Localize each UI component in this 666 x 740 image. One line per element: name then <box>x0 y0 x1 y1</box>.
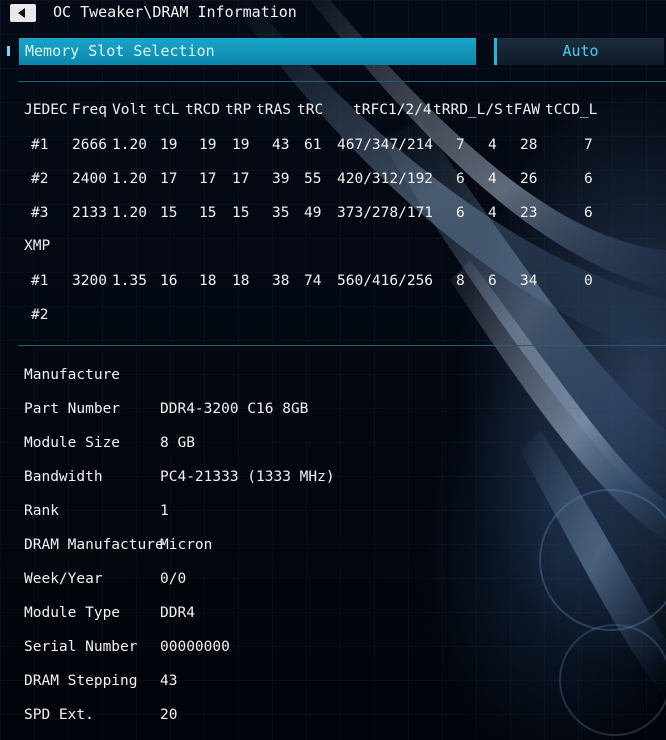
tcl-value: 19 <box>160 137 178 153</box>
info-value: 1 <box>160 503 169 519</box>
tras-value: 43 <box>272 137 290 153</box>
header-tfaw: tFAW <box>505 102 540 118</box>
header-freq: Freq <box>72 102 107 118</box>
trc-value: 49 <box>304 205 322 221</box>
header-tras: tRAS <box>256 102 291 118</box>
info-label: SPD Ext. <box>24 707 94 723</box>
divider <box>18 345 666 346</box>
freq-value: 3200 <box>72 273 107 289</box>
info-label: Serial Number <box>24 639 138 655</box>
tcl-value: 16 <box>160 273 178 289</box>
tras-value: 38 <box>272 273 290 289</box>
tfaw-value: 26 <box>520 171 538 187</box>
trfc-value: 467/347/214 <box>337 137 434 153</box>
profile-id: #2 <box>31 171 49 187</box>
freq-value: 2666 <box>72 137 107 153</box>
tras-value: 35 <box>272 205 290 221</box>
header-trrd: tRRD_L/S <box>433 102 503 118</box>
volt-value: 1.35 <box>112 273 147 289</box>
info-label: Module Type <box>24 605 121 621</box>
info-value: 0/0 <box>160 571 187 587</box>
selection-marker-icon <box>7 46 10 56</box>
trc-value: 55 <box>304 171 322 187</box>
trcd-value: 19 <box>199 137 217 153</box>
trrd-l-value: 6 <box>456 171 465 187</box>
trrd-l-value: 7 <box>456 137 465 153</box>
back-button[interactable] <box>10 4 36 22</box>
info-label: Module Size <box>24 435 121 451</box>
memory-slot-selection-label: Memory Slot Selection <box>25 42 215 60</box>
header-jedec: JEDEC <box>24 102 68 118</box>
header-trfc: tRFC1/2/4 <box>353 102 432 118</box>
info-value: Micron <box>160 537 213 553</box>
page-title: OC Tweaker\DRAM Information <box>53 3 297 21</box>
tfaw-value: 28 <box>520 137 538 153</box>
tccd-l-value: 6 <box>584 171 593 187</box>
volt-value: 1.20 <box>112 205 147 221</box>
tfaw-value: 23 <box>520 205 538 221</box>
trcd-value: 15 <box>199 205 217 221</box>
info-value: DDR4-3200 C16 8GB <box>160 401 309 417</box>
header-tccd-l: tCCD_L <box>545 102 598 118</box>
info-label: Bandwidth <box>24 469 103 485</box>
divider <box>18 81 666 82</box>
trrd-l-value: 6 <box>456 205 465 221</box>
trfc-value: 373/278/171 <box>337 205 434 221</box>
header-trc: tRC <box>297 102 324 118</box>
tcl-value: 17 <box>160 171 178 187</box>
info-value: 8 GB <box>160 435 195 451</box>
header-volt: Volt <box>112 102 147 118</box>
trfc-value: 420/312/192 <box>337 171 434 187</box>
trp-value: 19 <box>232 137 250 153</box>
xmp-section-label: XMP <box>24 238 51 254</box>
memory-slot-selection-dropdown[interactable]: Auto <box>494 38 664 65</box>
tcl-value: 15 <box>160 205 178 221</box>
info-value: 00000000 <box>160 639 230 655</box>
info-value: 20 <box>160 707 178 723</box>
trp-value: 18 <box>232 273 250 289</box>
tccd-l-value: 7 <box>584 137 593 153</box>
memory-slot-selection-row[interactable]: Memory Slot Selection <box>19 38 476 65</box>
header-trp: tRP <box>225 102 252 118</box>
info-label: Week/Year <box>24 571 103 587</box>
trrd-s-value: 4 <box>488 171 497 187</box>
info-label: Rank <box>24 503 59 519</box>
freq-value: 2400 <box>72 171 107 187</box>
tras-value: 39 <box>272 171 290 187</box>
trfc-value: 560/416/256 <box>337 273 434 289</box>
trc-value: 61 <box>304 137 322 153</box>
trcd-value: 18 <box>199 273 217 289</box>
trrd-l-value: 8 <box>456 273 465 289</box>
info-label: DRAM Manufacture <box>24 537 164 553</box>
freq-value: 2133 <box>72 205 107 221</box>
volt-value: 1.20 <box>112 171 147 187</box>
header-tcl: tCL <box>153 102 180 118</box>
info-value: DDR4 <box>160 605 195 621</box>
info-value: PC4-21333 (1333 MHz) <box>160 469 335 485</box>
info-label: Part Number <box>24 401 121 417</box>
trrd-s-value: 4 <box>488 137 497 153</box>
profile-id: #2 <box>31 307 49 323</box>
info-value: 43 <box>160 673 178 689</box>
trrd-s-value: 6 <box>488 273 497 289</box>
profile-id: #1 <box>31 137 49 153</box>
back-arrow-icon <box>18 8 25 18</box>
trcd-value: 17 <box>199 171 217 187</box>
info-label: Manufacture <box>24 367 121 383</box>
title-bar: OC Tweaker\DRAM Information <box>0 0 666 26</box>
trp-value: 15 <box>232 205 250 221</box>
trc-value: 74 <box>304 273 322 289</box>
volt-value: 1.20 <box>112 137 147 153</box>
trrd-s-value: 4 <box>488 205 497 221</box>
profile-id: #3 <box>31 205 49 221</box>
info-label: DRAM Stepping <box>24 673 138 689</box>
header-trcd: tRCD <box>185 102 220 118</box>
tccd-l-value: 0 <box>584 273 593 289</box>
tccd-l-value: 6 <box>584 205 593 221</box>
tfaw-value: 34 <box>520 273 538 289</box>
memory-slot-selection-value: Auto <box>562 42 599 60</box>
trp-value: 17 <box>232 171 250 187</box>
profile-id: #1 <box>31 273 49 289</box>
